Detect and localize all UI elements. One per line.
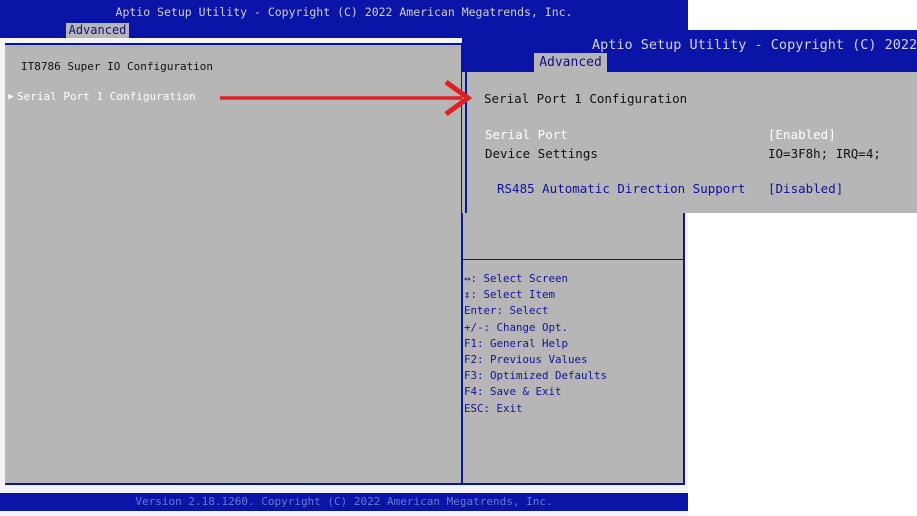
rs485-value[interactable]: [Disabled] (768, 181, 843, 196)
device-settings-label: Device Settings (485, 146, 598, 161)
rs485-label[interactable]: RS485 Automatic Direction Support (497, 181, 745, 196)
help-item: F3: Optimized Defaults (464, 369, 608, 383)
help-item: F1: General Help (464, 336, 569, 350)
main-footer: Version 2.18.1260. Copyright (C) 2022 Am… (0, 493, 688, 511)
help-item: ↔: Select Screen (464, 272, 569, 285)
bios-zoom-window: Aptio Setup Utility - Copyright (C) 2022… (462, 30, 917, 213)
section-title: IT8786 Super IO Configuration (21, 60, 214, 73)
zoom-header-title: Aptio Setup Utility - Copyright (C) 2022… (592, 37, 917, 53)
submenu-arrow-icon: ▶ (8, 91, 14, 102)
submenu-serial-port-1[interactable]: ▶ Serial Port 1 Configuration (5, 90, 196, 103)
help-panel: ↔: Select Screen ↕: Select Item Enter: S… (464, 271, 607, 417)
main-header-title: Aptio Setup Utility - Copyright (C) 2022… (115, 5, 573, 19)
help-item: F4: Save & Exit (464, 385, 562, 399)
help-divider (463, 259, 685, 260)
device-settings-value: IO=3F8h; IRQ=4; (768, 146, 881, 161)
serial-port-label[interactable]: Serial Port (485, 127, 568, 142)
help-item: ESC: Exit (464, 401, 523, 415)
serial-port-value[interactable]: [Enabled] (768, 127, 836, 142)
help-item: F2: Previous Values (464, 353, 588, 367)
help-item: +/-: Change Opt. (464, 320, 569, 334)
tab-advanced[interactable]: Advanced (66, 23, 129, 38)
zoom-page-title: Serial Port 1 Configuration (484, 91, 688, 106)
help-item: ↕: Select Item (464, 288, 556, 302)
zoom-header-bar: Aptio Setup Utility - Copyright (C) 2022… (462, 30, 917, 72)
help-item: Enter: Select (464, 304, 549, 318)
zoom-tab-advanced[interactable]: Advanced (534, 53, 607, 72)
submenu-label: Serial Port 1 Configuration (17, 90, 196, 103)
zoom-panel-border (465, 72, 467, 213)
